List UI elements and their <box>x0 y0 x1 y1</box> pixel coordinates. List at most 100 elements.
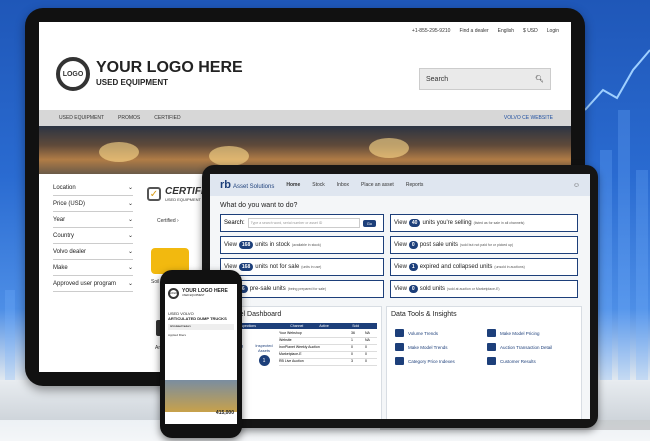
background-bar <box>5 290 15 380</box>
inspected-assets[interactable]: Inspected Assets 1 <box>251 343 277 366</box>
view-note: (available in stock) <box>291 243 321 247</box>
search-icon[interactable]: 🔍︎ <box>535 75 544 83</box>
brand-mark: rb <box>220 179 231 191</box>
filter-country[interactable]: Country ⌄ <box>53 228 133 244</box>
table-row[interactable]: Website 1 NA <box>279 338 377 345</box>
nav-certified[interactable]: CERTIFIED <box>154 115 180 121</box>
nav-stock[interactable]: Stock <box>312 182 325 188</box>
count-badge: 168 <box>238 241 254 249</box>
phone-category-select[interactable]: Articulated haulers <box>168 324 234 330</box>
view-text: units you're selling <box>422 220 472 226</box>
view-note: (sold at auction or Marketplace-E) <box>447 287 500 291</box>
inspected-label: Inspected Assets <box>255 343 273 353</box>
price-tag-icon <box>395 357 404 365</box>
channel-name: Website <box>279 338 292 342</box>
filter-year[interactable]: Year ⌄ <box>53 212 133 228</box>
tool-auction-transaction[interactable]: Auction Transaction Detail <box>487 343 552 351</box>
hero-light <box>99 142 139 162</box>
hero-light <box>369 138 409 158</box>
nav-home[interactable]: Home <box>286 182 300 188</box>
data-tools-panel: Data Tools & Insights Volume Trends Make… <box>386 306 582 419</box>
sold-count: NA <box>365 331 370 335</box>
certified-link[interactable]: Certified › <box>157 218 179 224</box>
sold-count: 0 <box>365 345 367 349</box>
tool-category-price-indexes[interactable]: Category Price Indexes <box>395 357 455 365</box>
filter-sidebar: Location ⌄ Price (USD) ⌄ Year ⌄ Country ⌄ Vo… <box>53 180 133 292</box>
nav-volvo-website[interactable]: VOLVO CE WEBSITE <box>504 115 553 121</box>
background-bar <box>618 110 630 380</box>
view-units-selling[interactable]: View 40 units you're selling (listed as … <box>390 214 578 232</box>
view-note: (units in use) <box>301 265 322 269</box>
channel-table-header: Inspections Channel Active Sold <box>219 323 377 329</box>
background-bar <box>600 150 612 380</box>
view-units-not-for-sale[interactable]: View 168 units not for sale (units in us… <box>220 258 384 276</box>
find-dealer-link[interactable]: Find a dealer <box>459 28 488 42</box>
view-text: pre-sale units <box>249 286 286 292</box>
nav-place-asset[interactable]: Place an asset <box>361 182 394 188</box>
dump-truck-image[interactable] <box>165 380 237 412</box>
tool-make-model-trends[interactable]: Make Model Trends <box>395 343 448 351</box>
filter-label: Make <box>53 264 68 271</box>
currency-link[interactable]: $ USD <box>523 28 538 42</box>
chevron-down-icon: ⌄ <box>127 185 133 191</box>
login-link[interactable]: Login <box>547 28 559 42</box>
user-icon[interactable]: ☺︎ <box>573 182 580 189</box>
table-row[interactable]: Marketplace-E 0 0 <box>279 352 377 359</box>
filter-dealer[interactable]: Volvo dealer ⌄ <box>53 244 133 260</box>
brand-logo[interactable]: rb Asset Solutions <box>220 179 274 191</box>
filter-make[interactable]: Make ⌄ <box>53 260 133 276</box>
view-pre-sale-units[interactable]: View 6 pre-sale units (being prepared fo… <box>220 280 384 298</box>
table-row[interactable]: RB Live Auction 3 0 <box>279 359 377 366</box>
col-active: Active <box>319 324 329 328</box>
filter-approved-program[interactable]: Approved user program ⌄ <box>53 276 133 292</box>
view-label: View <box>394 286 407 292</box>
filter-price[interactable]: Price (USD) ⌄ <box>53 196 133 212</box>
phone-screen: LOGO YOUR LOGO HERE USED EQUIPMENT USED … <box>165 284 237 424</box>
filter-location[interactable]: Location ⌄ <box>53 180 133 196</box>
language-link[interactable]: English <box>498 28 514 42</box>
view-note: (sold but not paid for or picked up) <box>460 243 514 247</box>
phone-applied-filters[interactable]: Applied filters <box>168 333 186 337</box>
tool-label: Category Price Indexes <box>408 358 455 364</box>
channel-table: Inspections Channel Active Sold <box>219 323 377 329</box>
filter-label: Price (USD) <box>53 200 86 207</box>
table-row[interactable]: Your Webshop 36 NA <box>279 331 377 338</box>
logo-badge[interactable]: LOGO <box>56 57 90 91</box>
tool-make-model-pricing[interactable]: Make Model Pricing <box>487 329 540 337</box>
data-tools-title: Data Tools & Insights <box>391 311 457 318</box>
inspected-count: 1 <box>258 355 270 366</box>
view-units-in-stock[interactable]: View 168 units in stock (available in st… <box>220 236 384 254</box>
nav-used-equipment[interactable]: USED EQUIPMENT <box>59 115 104 121</box>
chevron-down-icon: ⌄ <box>127 281 133 287</box>
logo-subtitle: USED EQUIPMENT <box>96 78 169 87</box>
site-topbar: +1-855-295-9210 Find a dealer English $ … <box>39 22 571 42</box>
asset-search-input[interactable]: Type a search word, serial number or ass… <box>247 218 360 228</box>
prompt-heading: What do you want to do? <box>220 202 298 209</box>
brand-name: Asset Solutions <box>233 184 275 190</box>
tool-label: Customer Results <box>500 358 536 364</box>
tool-label: Volume Trends <box>408 330 439 336</box>
active-count: 0 <box>351 345 353 349</box>
site-search-input[interactable]: Search 🔍︎ <box>419 68 551 90</box>
table-row[interactable]: IronPlanet Weekly Auction 0 0 <box>279 345 377 352</box>
view-label: View <box>224 242 237 248</box>
nav-reports[interactable]: Reports <box>406 182 424 188</box>
chevron-down-icon: ⌄ <box>127 217 133 223</box>
phone-link[interactable]: +1-855-295-9210 <box>412 28 451 42</box>
chevron-down-icon: ⌄ <box>127 201 133 207</box>
tool-volume-trends[interactable]: Volume Trends <box>395 329 438 337</box>
view-expired-units[interactable]: View 1 expired and collapsed units (unso… <box>390 258 578 276</box>
filter-label: Country <box>53 232 75 239</box>
view-post-sale-units[interactable]: View 0 post sale units (sold but not pai… <box>390 236 578 254</box>
nav-promos[interactable]: PROMOS <box>118 115 140 121</box>
col-sold: Sold <box>352 324 360 328</box>
go-button[interactable]: Go <box>362 219 377 227</box>
view-note: (being prepared for sale) <box>287 287 327 291</box>
nav-inbox[interactable]: Inbox <box>337 182 349 188</box>
tool-customer-results[interactable]: Customer Results <box>487 357 536 365</box>
view-text: units in stock <box>255 242 290 248</box>
bar-chart-icon <box>395 329 404 337</box>
view-sold-units[interactable]: View 0 sold units (sold at auction or Ma… <box>390 280 578 298</box>
phone-logo-badge[interactable]: LOGO <box>168 288 179 299</box>
phone-heading: USED VOLVO ARTICULATED DUMP TRUCKS <box>168 311 227 321</box>
